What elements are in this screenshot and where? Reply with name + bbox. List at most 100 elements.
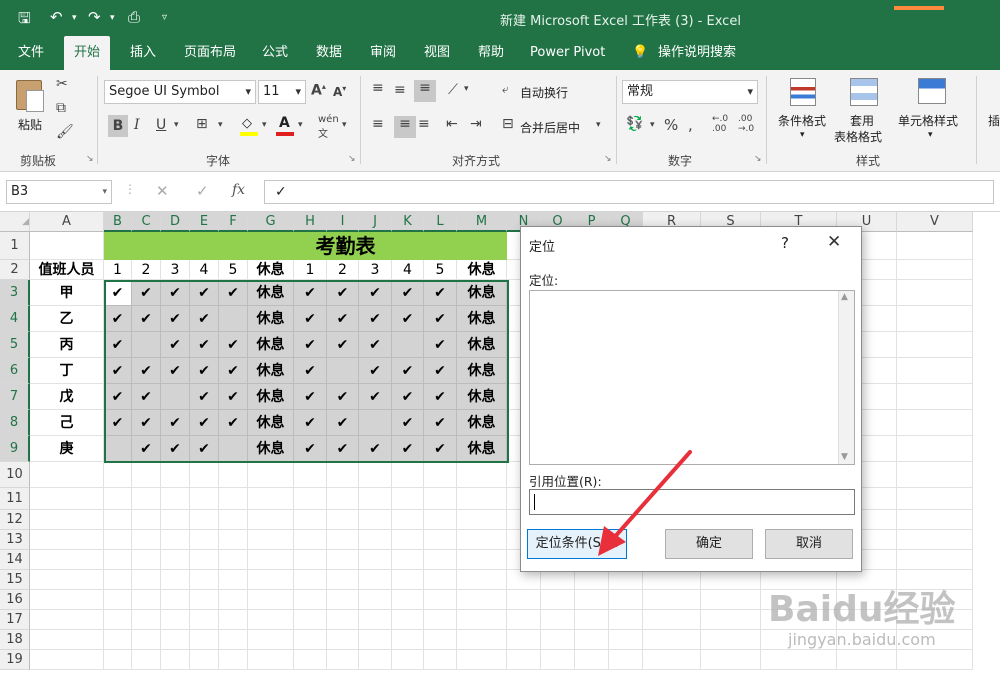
grid-cell[interactable] [132,650,161,670]
attendance-cell[interactable]: ✔ [424,280,457,306]
grid-cell[interactable] [248,510,294,530]
row-header[interactable]: 4 [0,306,30,332]
grid-cell[interactable] [897,510,973,530]
grid-cell[interactable] [424,488,457,510]
font-name-combo[interactable]: Segoe UI Symbol ▾ [104,80,256,104]
header-cell[interactable]: 5 [424,260,457,280]
attendance-cell[interactable]: 休息 [457,306,507,332]
tell-me-search[interactable]: 操作说明搜索 [658,36,736,70]
select-all-corner[interactable]: ◢ [0,212,30,232]
insert-cells-button[interactable]: 插 [988,112,1000,129]
attendance-cell[interactable]: ✔ [294,358,327,384]
grid-cell[interactable] [359,488,392,510]
undo-icon[interactable]: ↶ [50,8,63,26]
grid-cell[interactable] [161,530,190,550]
grid-cell[interactable] [248,488,294,510]
grid-cell[interactable] [104,462,132,488]
grid-cell[interactable] [294,570,327,590]
tab-view[interactable]: 视图 [424,36,450,70]
grid-cell[interactable] [294,630,327,650]
header-cell[interactable]: 1 [294,260,327,280]
attendance-cell[interactable]: ✔ [424,306,457,332]
attendance-cell[interactable]: 休息 [457,280,507,306]
grid-cell[interactable] [219,488,248,510]
grid-cell[interactable] [294,530,327,550]
name-cell[interactable]: 丙 [30,332,104,358]
attendance-cell[interactable]: ✔ [359,332,392,358]
grid-cell[interactable] [897,260,973,280]
grid-cell[interactable] [248,630,294,650]
increase-font-icon[interactable]: A▴ [311,82,326,99]
grid-cell[interactable] [294,610,327,630]
row-header[interactable]: 2 [0,260,30,280]
decrease-indent-icon[interactable]: ⇤ [446,116,458,132]
attendance-cell[interactable]: ✔ [327,384,359,410]
attendance-cell[interactable]: ✔ [424,436,457,462]
grid-cell[interactable] [541,610,575,630]
grid-cell[interactable] [190,462,219,488]
attendance-cell[interactable]: ✔ [392,280,424,306]
attendance-cell[interactable]: ✔ [294,384,327,410]
align-left-icon[interactable]: ≡ [372,116,384,132]
attendance-cell[interactable]: ✔ [104,410,132,436]
grid-cell[interactable] [457,610,507,630]
grid-cell[interactable] [248,610,294,630]
save-icon[interactable]: 🖫 [18,8,31,33]
grid-cell[interactable] [541,630,575,650]
attendance-cell[interactable]: ✔ [132,436,161,462]
grid-cell[interactable] [359,610,392,630]
grid-cell[interactable] [190,650,219,670]
grid-cell[interactable] [104,530,132,550]
grid-cell[interactable] [424,570,457,590]
grid-cell[interactable] [294,488,327,510]
column-header[interactable]: I [327,212,359,232]
grid-cell[interactable] [161,570,190,590]
grid-cell[interactable] [161,488,190,510]
grid-cell[interactable] [104,630,132,650]
attendance-cell[interactable]: ✔ [219,280,248,306]
grid-cell[interactable] [541,650,575,670]
grid-cell[interactable] [457,530,507,550]
grid-cell[interactable] [30,630,104,650]
grid-cell[interactable] [359,462,392,488]
grid-cell[interactable] [327,570,359,590]
grid-cell[interactable] [897,410,973,436]
header-cell[interactable]: 4 [190,260,219,280]
attendance-cell[interactable] [359,410,392,436]
chevron-down-icon[interactable]: ▾ [650,120,655,130]
grid-cell[interactable] [190,530,219,550]
grid-cell[interactable] [701,650,761,670]
tab-home[interactable]: 开始 [64,36,111,70]
attendance-cell[interactable]: ✔ [190,436,219,462]
attendance-cell[interactable]: ✔ [327,306,359,332]
attendance-cell[interactable]: 休息 [457,436,507,462]
grid-cell[interactable] [327,550,359,570]
attendance-cell[interactable]: ✔ [161,280,190,306]
grid-cell[interactable] [575,610,609,630]
wrap-text-button[interactable]: 自动换行 [520,84,568,101]
tab-page-layout[interactable]: 页面布局 [184,36,236,70]
attendance-cell[interactable]: ✔ [104,306,132,332]
format-as-table-button[interactable]: 套用 表格格式 [834,76,896,148]
grid-cell[interactable] [643,590,701,610]
grid-cell[interactable] [294,590,327,610]
header-cell[interactable]: 休息 [248,260,294,280]
attendance-cell[interactable]: ✔ [190,358,219,384]
clipboard-launcher-icon[interactable]: ↘ [86,154,94,164]
grid-cell[interactable] [327,590,359,610]
attendance-cell[interactable]: ✔ [359,280,392,306]
grid-cell[interactable] [190,590,219,610]
attendance-cell[interactable]: ✔ [104,280,132,306]
scroll-down-icon[interactable]: ▼ [841,452,848,462]
grid-cell[interactable] [507,610,541,630]
attendance-cell[interactable]: ✔ [190,280,219,306]
grid-cell[interactable] [190,550,219,570]
grid-cell[interactable] [457,550,507,570]
grid-cell[interactable] [897,436,973,462]
attendance-cell[interactable]: ✔ [104,358,132,384]
attendance-cell[interactable]: ✔ [392,306,424,332]
grid-cell[interactable] [897,550,973,570]
attendance-cell[interactable]: ✔ [327,436,359,462]
grid-cell[interactable] [327,530,359,550]
attendance-cell[interactable]: ✔ [132,280,161,306]
